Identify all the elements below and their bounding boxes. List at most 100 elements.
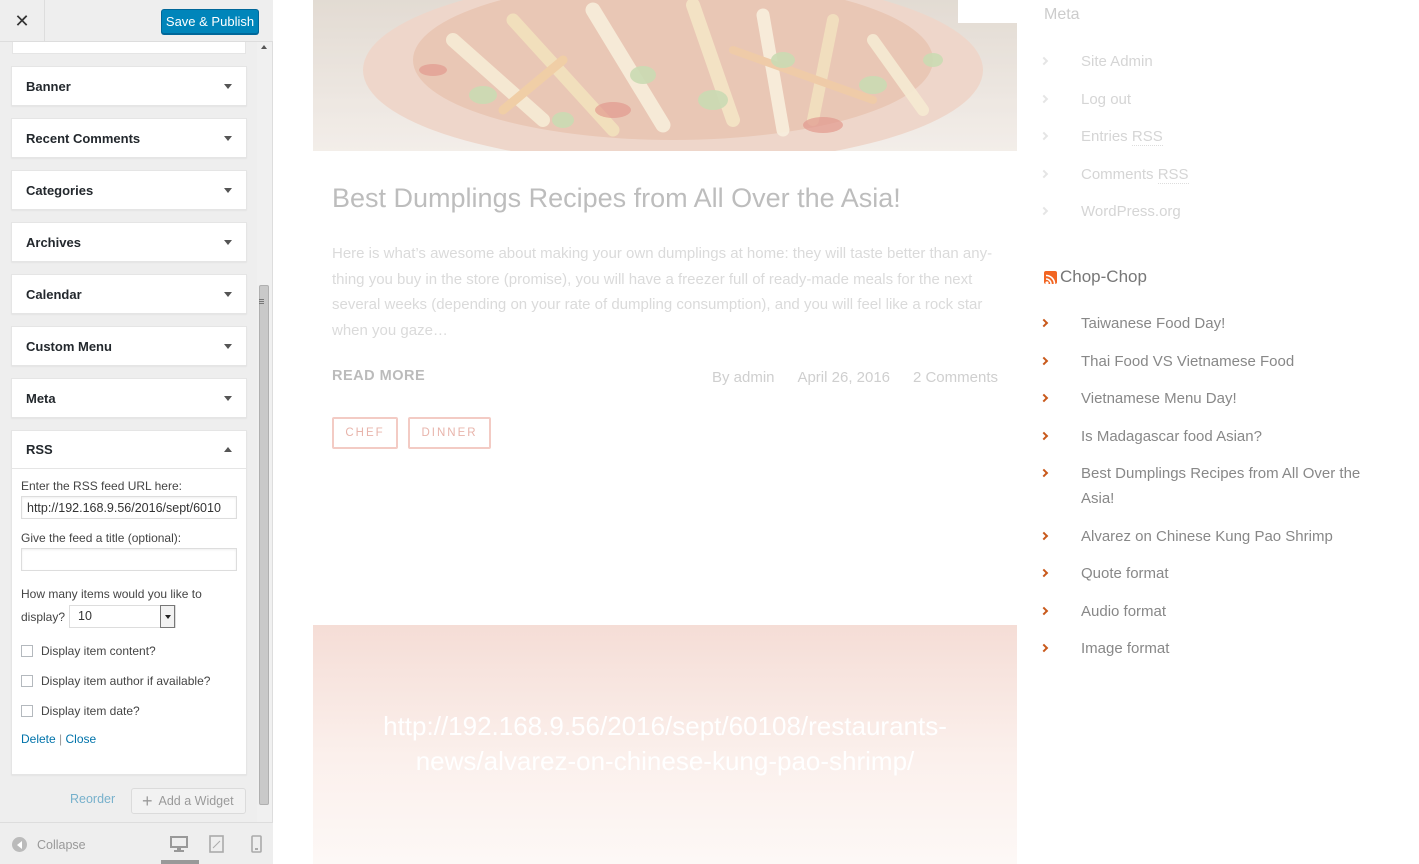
image-overlay-box (958, 0, 1017, 23)
rss-heading-text[interactable]: Chop-Chop (1060, 267, 1147, 287)
widget-actions: Delete | Close (21, 732, 237, 746)
reorder-link[interactable]: Reorder (70, 792, 115, 806)
customizer-header: ✕ Save & Publish (0, 0, 273, 42)
widget-header[interactable]: Archives (12, 223, 246, 261)
chevron-right-icon (1039, 393, 1049, 403)
chevron-down-icon[interactable] (224, 239, 232, 245)
list-item[interactable]: Vietnamese Menu Day! (1039, 386, 1361, 424)
chevron-down-icon[interactable] (224, 395, 232, 401)
widget-rss: RSS Enter the RSS feed URL here: Give th… (11, 430, 247, 775)
checkbox[interactable] (21, 645, 33, 657)
chevron-right-icon (1039, 131, 1049, 141)
widget-title: Calendar (26, 286, 82, 302)
chevron-right-icon (1039, 568, 1049, 578)
widget-header[interactable]: Banner (12, 67, 246, 105)
widget-calendar[interactable]: Calendar (11, 274, 247, 314)
list-item[interactable]: Image format (1039, 636, 1361, 674)
list-item[interactable]: Quote format (1039, 561, 1361, 599)
widget-header[interactable]: RSS (12, 431, 246, 469)
add-widget-button[interactable]: + Add a Widget (131, 788, 246, 814)
rss-count-select[interactable]: 10 (69, 605, 177, 628)
rss-widget-title[interactable]: Chop-Chop (1044, 267, 1147, 287)
save-publish-button[interactable]: Save & Publish (161, 9, 259, 34)
widget-custom-menu[interactable]: Custom Menu (11, 326, 247, 366)
quote-post: http://192.168.9.56/2016/sept/60108/rest… (313, 625, 1017, 864)
delete-widget-link[interactable]: Delete (21, 732, 56, 746)
add-widget-label: Add a Widget (158, 794, 234, 808)
widget-recent-comments[interactable]: Recent Comments (11, 118, 247, 158)
meta-widget-title: Meta (1044, 6, 1080, 23)
chevron-right-icon (1039, 169, 1049, 178)
close-widget-link[interactable]: Close (66, 732, 97, 746)
chevron-down-icon[interactable] (224, 135, 232, 141)
chevron-up-icon[interactable] (224, 447, 232, 452)
chevron-down-icon[interactable] (224, 187, 232, 193)
widget-title: Custom Menu (26, 338, 112, 354)
panel-scrollbar[interactable] (257, 42, 272, 822)
post-title[interactable]: Best Dumplings Recipes from All Over the… (332, 183, 1012, 214)
rss-feed-icon[interactable] (1044, 270, 1057, 284)
list-item[interactable]: Comments RSS (1039, 162, 1189, 200)
collapse-button[interactable]: Collapse (12, 837, 86, 852)
list-item[interactable]: Entries RSS (1039, 124, 1189, 162)
widgets-panel: Banner Recent Comments Categories Archiv… (0, 42, 257, 822)
scrollbar-thumb[interactable] (259, 285, 269, 805)
chevron-down-icon[interactable] (224, 291, 232, 297)
list-item[interactable]: Site Admin (1039, 49, 1189, 87)
post-featured-image[interactable] (313, 0, 1017, 151)
list-item[interactable]: Thai Food VS Vietnamese Food (1039, 349, 1361, 387)
tablet-icon[interactable] (208, 835, 226, 853)
read-more-link[interactable]: READ MORE (332, 368, 425, 384)
widget-header[interactable]: Recent Comments (12, 119, 246, 157)
option-display-date[interactable]: Display item date? (21, 702, 237, 720)
widget-header[interactable]: Custom Menu (12, 327, 246, 365)
list-item[interactable]: Alvarez on Chinese Kung Pao Shrimp (1039, 524, 1361, 562)
post-meta: By admin April 26, 2016 2 Comments (712, 369, 998, 386)
chevron-right-icon (1039, 356, 1049, 365)
list-item[interactable]: Is Madagascar food Asian? (1039, 424, 1361, 462)
widget-header[interactable]: Meta (12, 379, 246, 417)
list-item[interactable]: Log out (1039, 87, 1189, 125)
list-item[interactable]: Taiwanese Food Day! (1039, 311, 1361, 349)
list-item[interactable]: Best Dumplings Recipes from All Over the… (1039, 461, 1361, 524)
post-author[interactable]: By admin (712, 369, 775, 386)
widget-title: Banner (26, 78, 71, 94)
widget-archives[interactable]: Archives (11, 222, 247, 262)
separator: | (59, 732, 63, 746)
rss-count-label: How many items would you like to (21, 587, 202, 601)
checkbox[interactable] (21, 705, 33, 717)
list-item[interactable]: Audio format (1039, 599, 1361, 637)
widget-header[interactable]: Categories (12, 171, 246, 209)
mobile-icon[interactable] (248, 835, 266, 853)
quote-text[interactable]: http://192.168.9.56/2016/sept/60108/rest… (333, 709, 997, 779)
widget-meta[interactable]: Meta (11, 378, 247, 418)
chevron-down-icon[interactable] (224, 343, 232, 349)
rss-url-input[interactable] (21, 496, 237, 519)
option-display-content[interactable]: Display item content? (21, 642, 237, 660)
widget-header[interactable]: Calendar (12, 275, 246, 313)
option-display-author[interactable]: Display item author if available? (21, 672, 237, 690)
rss-abbr: RSS (1131, 128, 1163, 146)
tag-dinner[interactable]: DINNER (408, 417, 491, 449)
list-item[interactable]: WordPress.org (1039, 199, 1189, 237)
post-comments[interactable]: 2 Comments (913, 369, 998, 386)
rss-title-input[interactable] (21, 548, 237, 571)
widget-title: Recent Comments (26, 130, 141, 146)
rss-title-label: Give the feed a title (optional): (21, 531, 182, 545)
dropdown-button[interactable] (160, 605, 176, 628)
scroll-up-icon[interactable] (261, 45, 267, 49)
checkbox[interactable] (21, 675, 33, 687)
widget-title: Categories (26, 182, 94, 198)
chevron-right-icon (1039, 531, 1049, 540)
widget-title: RSS (26, 442, 53, 457)
widget-categories[interactable]: Categories (11, 170, 247, 210)
chevron-down-icon[interactable] (224, 83, 232, 89)
tag-chef[interactable]: CHEF (332, 417, 398, 449)
rss-count-label-2: display? (21, 609, 66, 624)
widget-banner[interactable]: Banner (11, 66, 247, 106)
desktop-icon[interactable] (161, 835, 199, 864)
widget-title: Meta (26, 390, 56, 406)
rss-url-label: Enter the RSS feed URL here: (21, 479, 182, 493)
post-date[interactable]: April 26, 2016 (797, 369, 890, 386)
close-customizer-button[interactable]: ✕ (0, 0, 45, 42)
